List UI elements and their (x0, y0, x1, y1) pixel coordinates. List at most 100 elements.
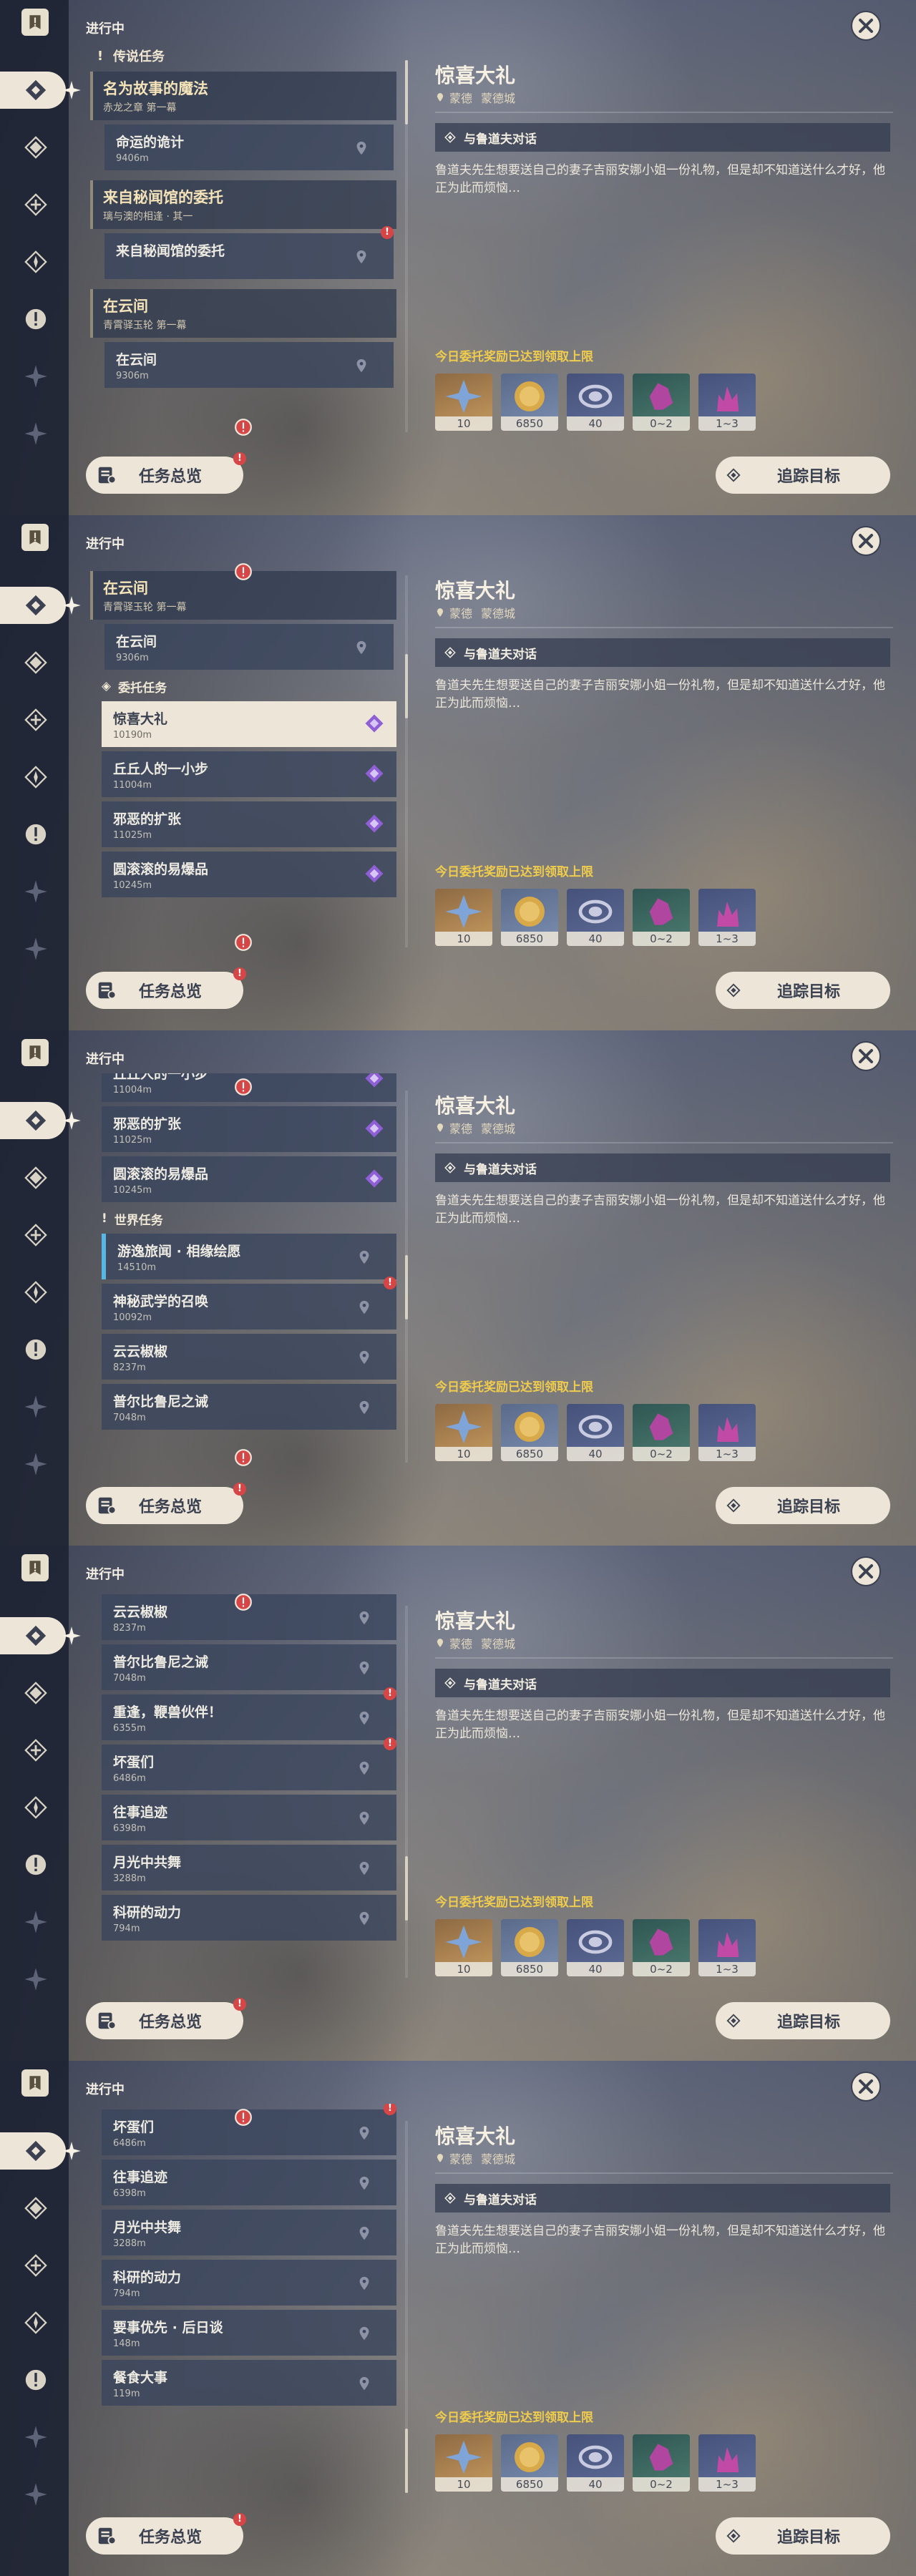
quest-row[interactable]: 科研的动力 794m (102, 1895, 396, 1941)
close-icon[interactable] (850, 1040, 882, 1072)
star-icon[interactable] (21, 362, 50, 391)
quest-row[interactable]: 普尔比鲁尼之诫 7048m (102, 1384, 396, 1430)
navigation-pin-icon[interactable] (356, 1810, 372, 1826)
quest-row[interactable]: 餐食大事 119m (102, 2360, 396, 2406)
archon-quest-icon[interactable] (21, 133, 50, 162)
all-quests-icon[interactable] (21, 76, 50, 104)
quest-row[interactable]: 往事追迹 6398m (102, 2160, 396, 2205)
navigation-pin-icon[interactable] (354, 249, 369, 265)
all-quests-icon[interactable] (21, 1621, 50, 1650)
reward-adventure-exp[interactable]: 10 (435, 2434, 492, 2492)
commission-quest-icon[interactable] (21, 1278, 50, 1307)
star-icon[interactable] (21, 935, 50, 963)
reward-adventure-exp[interactable]: 10 (435, 1919, 492, 1976)
world-quest-icon[interactable] (21, 305, 50, 333)
star-icon[interactable] (21, 1392, 50, 1421)
reward-mora[interactable]: 6850 (501, 889, 558, 946)
navigation-pin-icon[interactable] (356, 1660, 372, 1676)
navigation-pin-icon[interactable] (354, 140, 369, 156)
track-target-button[interactable]: 追踪目标 (716, 2517, 890, 2555)
commission-quest-icon[interactable] (21, 763, 50, 791)
navigation-pin-icon[interactable] (356, 2175, 372, 2191)
navigation-pin-icon[interactable] (356, 1911, 372, 1926)
scrollbar-thumb[interactable] (405, 654, 408, 718)
list-scrollbar[interactable] (405, 1606, 408, 1978)
quest-overview-button[interactable]: 任务总览! (86, 1998, 246, 2039)
quest-log-badge-icon[interactable] (21, 524, 49, 551)
close-icon[interactable] (850, 2071, 882, 2102)
navigation-pin-icon[interactable] (356, 1249, 372, 1265)
navigation-pin-icon[interactable] (354, 358, 369, 374)
quest-row-selected[interactable]: 惊喜大礼 10190m (102, 701, 396, 747)
reward-crystal-chunk[interactable]: 0~2 (633, 2434, 690, 2492)
navigation-pin-icon[interactable] (356, 2275, 372, 2291)
close-icon[interactable] (850, 525, 882, 557)
quest-row[interactable]: 邪恶的扩张 11025m (102, 1106, 396, 1152)
quest-row[interactable]: 圆滚滚的易爆品 10245m (102, 852, 396, 897)
star-icon[interactable] (21, 877, 50, 906)
star-icon[interactable] (21, 1965, 50, 1994)
navigation-pin-icon[interactable] (356, 1299, 372, 1315)
world-quest-icon[interactable] (21, 2366, 50, 2394)
reward-mora[interactable]: 6850 (501, 1404, 558, 1461)
story-quest-icon[interactable] (21, 190, 50, 219)
reward-adventure-exp[interactable]: 10 (435, 1404, 492, 1461)
close-icon[interactable] (850, 10, 882, 42)
track-target-button[interactable]: 追踪目标 (716, 457, 890, 494)
list-scrollbar[interactable] (405, 2121, 408, 2493)
world-quest-icon[interactable] (21, 820, 50, 849)
all-quests-icon[interactable] (21, 591, 50, 620)
track-target-button[interactable]: 追踪目标 (716, 1487, 890, 1524)
navigation-pin-icon[interactable] (356, 1610, 372, 1626)
reward-mora[interactable]: 6850 (501, 374, 558, 431)
reward-adventure-exp[interactable]: 10 (435, 374, 492, 431)
archon-quest-icon[interactable] (21, 648, 50, 677)
commission-quest-icon[interactable] (21, 248, 50, 276)
track-target-button[interactable]: 追踪目标 (716, 2002, 890, 2039)
archon-quest-icon[interactable] (21, 2194, 50, 2223)
quest-overview-button[interactable]: 任务总览! (86, 2513, 246, 2555)
navigation-pin-icon[interactable] (356, 1350, 372, 1365)
world-quest-icon[interactable] (21, 1850, 50, 1879)
all-quests-icon[interactable] (21, 1106, 50, 1135)
star-icon[interactable] (21, 2480, 50, 2509)
quest-group[interactable]: 在云间 青霄驿玉轮 第一幕 (90, 289, 396, 338)
star-icon[interactable] (21, 1450, 50, 1478)
scrollbar-thumb[interactable] (405, 2429, 408, 2493)
all-quests-icon[interactable] (21, 2137, 50, 2165)
quest-row[interactable]: 云云椒椒 8237m (102, 1334, 396, 1380)
list-scrollbar[interactable] (405, 60, 408, 432)
reward-adventure-exp[interactable]: 10 (435, 889, 492, 946)
quest-row[interactable]: 要事优先 · 后日谈 148m (102, 2310, 396, 2356)
archon-quest-icon[interactable] (21, 1679, 50, 1707)
reward-crystal-chunk[interactable]: 0~2 (633, 889, 690, 946)
quest-row[interactable]: 在云间 9306m (104, 624, 394, 670)
scrollbar-thumb[interactable] (405, 60, 408, 125)
archon-quest-icon[interactable] (21, 1163, 50, 1192)
reward-crystal-chunk[interactable]: 0~2 (633, 1919, 690, 1976)
reward-companionship-exp[interactable]: 40 (567, 2434, 624, 2492)
reward-companionship-exp[interactable]: 40 (567, 374, 624, 431)
story-quest-icon[interactable] (21, 706, 50, 734)
quest-row[interactable]: 圆滚滚的易爆品 10245m (102, 1156, 396, 1202)
reward-crystal-ore[interactable]: 1~3 (698, 1404, 756, 1461)
reward-companionship-exp[interactable]: 40 (567, 889, 624, 946)
reward-crystal-ore[interactable]: 1~3 (698, 2434, 756, 2492)
star-icon[interactable] (21, 419, 50, 448)
quest-row[interactable]: 科研的动力 794m (102, 2260, 396, 2306)
quest-log-badge-icon[interactable] (21, 9, 49, 36)
star-icon[interactable] (21, 1908, 50, 1936)
quest-group[interactable]: 来自秘闻馆的委托 璃与澳的相逢 · 其一 (90, 180, 396, 229)
story-quest-icon[interactable] (21, 1221, 50, 1249)
quest-row[interactable]: 丘丘人的一小步 11004m (102, 751, 396, 797)
star-icon[interactable] (21, 2423, 50, 2451)
close-icon[interactable] (850, 1556, 882, 1587)
quest-row[interactable]: 往事追迹 6398m (102, 1795, 396, 1840)
reward-crystal-chunk[interactable]: 0~2 (633, 374, 690, 431)
scrollbar-thumb[interactable] (405, 1255, 408, 1319)
commission-quest-icon[interactable] (21, 2308, 50, 2337)
world-quest-icon[interactable] (21, 1335, 50, 1364)
quest-row[interactable]: 普尔比鲁尼之诫 7048m (102, 1644, 396, 1690)
navigation-pin-icon[interactable] (356, 1710, 372, 1726)
navigation-pin-icon[interactable] (356, 1760, 372, 1776)
